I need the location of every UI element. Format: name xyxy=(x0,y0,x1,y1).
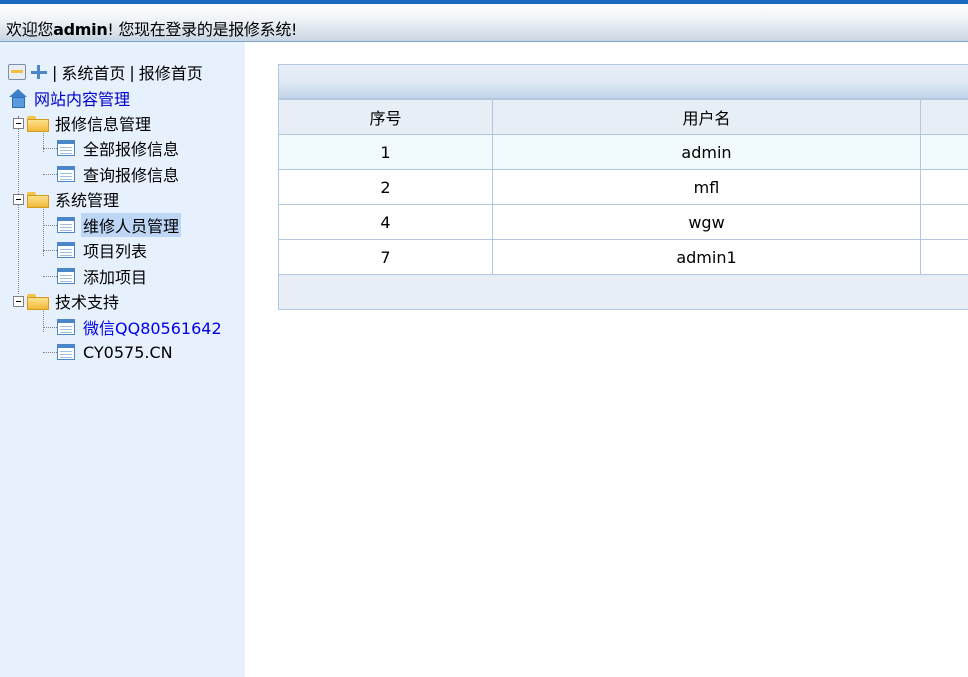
table-header-row: 序号 用户名 xyxy=(278,99,968,135)
table-row[interactable]: 4 wgw xyxy=(278,204,968,240)
folder-icon xyxy=(27,192,49,208)
grid-title-bar xyxy=(278,64,968,99)
column-header-id: 序号 xyxy=(278,99,493,135)
welcome-message: 欢迎您admin! 您现在登录的是报修系统! xyxy=(6,16,297,40)
tree-item-all-repairs[interactable]: 全部报修信息 xyxy=(43,136,179,160)
page-icon xyxy=(57,166,75,182)
system-home-link[interactable]: 系统首页 xyxy=(61,60,125,84)
cell-username: admin xyxy=(492,134,921,170)
collapse-all-icon[interactable] xyxy=(8,64,26,80)
main-content: 序号 用户名 1 admin 2 mfl 4 wgw 7 admin1 xyxy=(278,64,968,310)
page-icon xyxy=(57,268,75,284)
page-icon xyxy=(57,217,75,233)
welcome-prefix: 欢迎您 xyxy=(6,20,54,39)
tree-group-repair-info[interactable]: 报修信息管理 xyxy=(13,111,151,135)
table-row[interactable]: 1 admin xyxy=(278,134,968,170)
tree-group-label: 系统管理 xyxy=(55,191,120,210)
tree-group-tech-support[interactable]: 技术支持 xyxy=(13,289,119,313)
tree-root[interactable]: 网站内容管理 xyxy=(8,86,130,110)
cell-id: 2 xyxy=(278,169,493,205)
tree-group-system[interactable]: 系统管理 xyxy=(13,187,119,211)
top-header: 欢迎您admin! 您现在登录的是报修系统! xyxy=(0,0,968,42)
cell-id: 1 xyxy=(278,134,493,170)
collapse-toggle-icon[interactable] xyxy=(13,295,24,307)
folder-icon xyxy=(27,116,49,132)
tree-item-label: CY0575.CN xyxy=(83,342,173,362)
home-icon xyxy=(8,89,27,108)
tree-item-label: 项目列表 xyxy=(83,242,148,261)
staff-table: 序号 用户名 1 admin 2 mfl 4 wgw 7 admin1 xyxy=(278,99,968,275)
table-row[interactable]: 7 admin1 xyxy=(278,239,968,275)
collapse-toggle-icon[interactable] xyxy=(13,193,24,205)
tree-item-label: 添加项目 xyxy=(83,268,148,287)
collapse-toggle-icon[interactable] xyxy=(13,117,24,129)
tree-item-add-project[interactable]: 添加项目 xyxy=(43,264,147,288)
sidebar: | 系统首页 | 报修首页 网站内容管理 报修信息管理 全部报修信息 查询报修信… xyxy=(0,42,245,677)
repair-home-link[interactable]: 报修首页 xyxy=(139,60,203,84)
tree-item-query-repairs[interactable]: 查询报修信息 xyxy=(43,162,179,186)
cell-username: admin1 xyxy=(492,239,921,275)
cell-actions xyxy=(920,134,968,170)
tree-item-label: 全部报修信息 xyxy=(83,140,180,159)
page-icon xyxy=(57,140,75,156)
tree-root-label: 网站内容管理 xyxy=(34,90,131,109)
tree-item-website[interactable]: CY0575.CN xyxy=(43,340,173,364)
tree-group-label: 报修信息管理 xyxy=(55,115,152,134)
sidebar-toolbar: | 系统首页 | 报修首页 xyxy=(8,61,203,83)
welcome-suffix: ! 您现在登录的是报修系统! xyxy=(107,20,298,39)
tree-item-project-list[interactable]: 项目列表 xyxy=(43,238,147,262)
current-username: admin xyxy=(53,20,108,39)
cell-username: mfl xyxy=(492,169,921,205)
toolbar-separator-2: | xyxy=(129,62,135,82)
toolbar-separator: | xyxy=(52,62,58,82)
cell-id: 4 xyxy=(278,204,493,240)
column-header-username: 用户名 xyxy=(492,99,921,135)
tree-group-label: 技术支持 xyxy=(55,293,120,312)
cell-actions xyxy=(920,204,968,240)
tree-item-label: 维修人员管理 xyxy=(81,213,182,237)
grid-footer xyxy=(278,275,968,310)
page-icon xyxy=(57,242,75,258)
page-icon xyxy=(57,319,75,335)
tree-item-label: 查询报修信息 xyxy=(83,166,180,185)
tree-item-wechat-qq[interactable]: 微信QQ80561642 xyxy=(43,315,222,339)
cell-username: wgw xyxy=(492,204,921,240)
table-row[interactable]: 2 mfl xyxy=(278,169,968,205)
cell-actions xyxy=(920,239,968,275)
tree-item-label: 微信QQ80561642 xyxy=(83,319,222,338)
cell-id: 7 xyxy=(278,239,493,275)
column-header-actions xyxy=(920,99,968,135)
tree-item-repair-staff[interactable]: 维修人员管理 xyxy=(43,213,182,237)
folder-icon xyxy=(27,294,49,310)
expand-all-icon[interactable] xyxy=(30,64,48,80)
cell-actions xyxy=(920,169,968,205)
page-icon xyxy=(57,344,75,360)
